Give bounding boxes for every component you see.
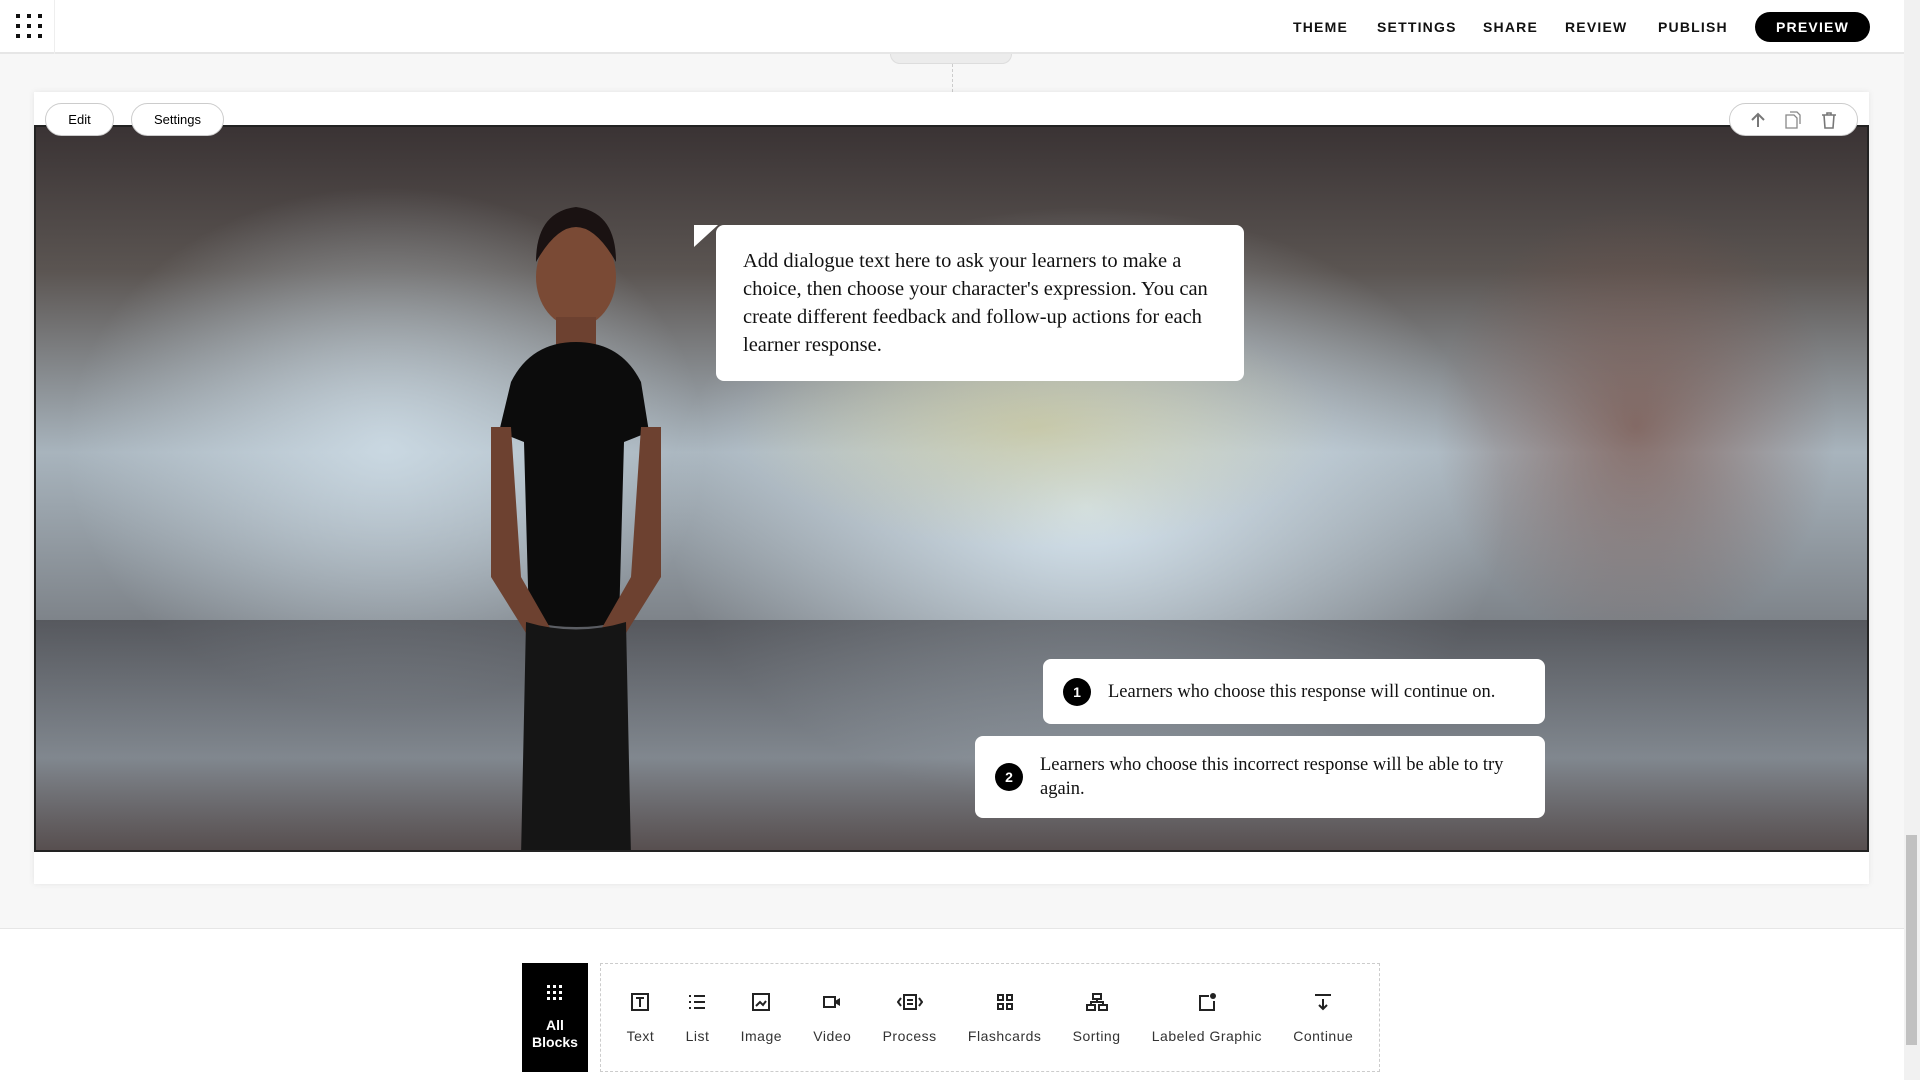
- block-sorting[interactable]: Sorting: [1073, 992, 1121, 1044]
- block-video[interactable]: Video: [813, 992, 851, 1044]
- character-image: [491, 207, 661, 850]
- continue-icon: [1315, 993, 1332, 1010]
- block-label: Flashcards: [967, 1027, 1042, 1044]
- quick-insert-blocks: Text List Image Video Process Flashcards…: [600, 963, 1380, 1072]
- flashcards-icon: [996, 993, 1013, 1010]
- dialogue-bubble[interactable]: Add dialogue text here to ask your learn…: [716, 225, 1244, 381]
- all-blocks-label: Blocks: [532, 1034, 578, 1050]
- nav-theme[interactable]: THEME: [1293, 19, 1348, 35]
- block-label: List: [685, 1027, 710, 1044]
- edit-button[interactable]: Edit: [45, 103, 114, 136]
- all-blocks-label: All: [546, 1017, 564, 1033]
- response-number: 2: [995, 763, 1023, 791]
- process-icon: [896, 993, 923, 1010]
- nav-settings[interactable]: SETTINGS: [1377, 19, 1457, 35]
- nav-publish[interactable]: PUBLISH: [1658, 19, 1728, 35]
- grid-icon: [547, 985, 562, 1000]
- block-label: Text: [626, 1027, 655, 1044]
- video-icon: [823, 995, 841, 1008]
- response-text: Learners who choose this incorrect respo…: [1040, 755, 1504, 799]
- response-option-2[interactable]: 2 Learners who choose this incorrect res…: [975, 736, 1545, 818]
- block-image[interactable]: Image: [741, 992, 782, 1044]
- divider: [952, 64, 953, 92]
- block-library-bar: All Blocks Text List Image Video Process…: [0, 928, 1904, 1080]
- block-process[interactable]: Process: [883, 992, 937, 1044]
- labeled-graphic-icon: [1198, 992, 1216, 1011]
- response-text: Learners who choose this response will c…: [1108, 681, 1496, 702]
- list-icon: [689, 994, 706, 1009]
- sorting-icon: [1085, 992, 1108, 1011]
- trash-icon[interactable]: [1820, 111, 1838, 129]
- block-continue[interactable]: Continue: [1293, 992, 1353, 1044]
- background-floor: [36, 620, 1867, 850]
- arrow-up-icon[interactable]: [1749, 111, 1767, 129]
- block-insert-tab[interactable]: [890, 54, 1012, 64]
- preview-button[interactable]: PREVIEW: [1755, 12, 1870, 42]
- block-label: Sorting: [1072, 1027, 1121, 1044]
- nav-share[interactable]: SHARE: [1483, 19, 1538, 35]
- scrollbar-thumb[interactable]: [1906, 835, 1917, 1045]
- block-actions: [1729, 103, 1858, 136]
- block-label: Labeled Graphic: [1151, 1027, 1262, 1044]
- block-flashcards[interactable]: Flashcards: [968, 992, 1041, 1044]
- block-label: Image: [740, 1027, 783, 1044]
- settings-button[interactable]: Settings: [131, 103, 224, 136]
- image-icon: [752, 992, 771, 1011]
- block-label: Continue: [1293, 1027, 1354, 1044]
- response-number: 1: [1063, 677, 1091, 706]
- duplicate-icon[interactable]: [1784, 110, 1802, 129]
- all-blocks-button[interactable]: All Blocks: [522, 963, 588, 1072]
- nav-review[interactable]: REVIEW: [1565, 19, 1627, 35]
- block-labeled-graphic[interactable]: Labeled Graphic: [1152, 992, 1262, 1044]
- block-label: Process: [882, 1027, 937, 1044]
- scenario-block: Edit Settings Add dialogue text here to …: [34, 92, 1869, 884]
- top-bar: THEME SETTINGS SHARE REVIEW PUBLISH PREV…: [0, 0, 1904, 54]
- text-icon: [631, 992, 650, 1011]
- block-text[interactable]: Text: [627, 992, 655, 1044]
- apps-grid-icon[interactable]: [0, 0, 55, 54]
- block-list[interactable]: List: [686, 992, 710, 1044]
- response-option-1[interactable]: 1 Learners who choose this response will…: [1043, 659, 1545, 724]
- block-label: Video: [813, 1027, 852, 1044]
